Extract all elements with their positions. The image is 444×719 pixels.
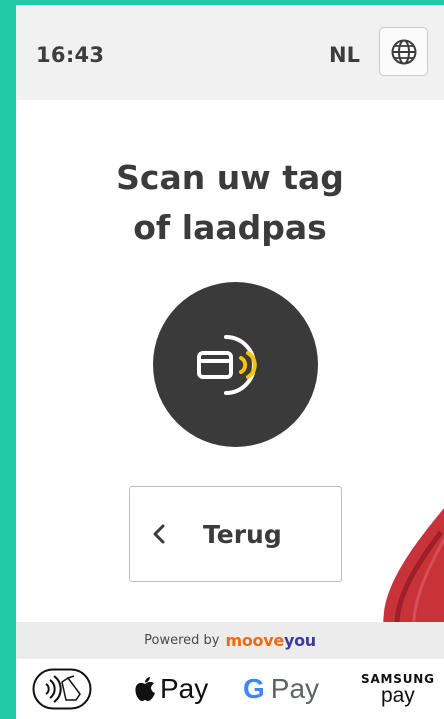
apple-logo-icon (135, 677, 155, 701)
contactless-card-icon (196, 334, 257, 395)
title-line-1: Scan uw tag (116, 158, 344, 197)
samsung-pay-logo: SAMSUNG pay (361, 659, 435, 719)
apple-pay-logo: Pay (134, 659, 208, 719)
scan-indicator (153, 282, 318, 447)
back-button[interactable]: Terug (129, 486, 342, 582)
back-button-label: Terug (203, 519, 282, 549)
chevron-left-icon (152, 524, 172, 544)
title-line-2: of laadpas (133, 208, 327, 247)
powered-by-bar: Powered by mooveyou (16, 622, 444, 659)
brand-logo-part1: moove (225, 631, 284, 650)
apple-pay-text: Pay (160, 673, 209, 704)
powered-by-label: Powered by (144, 633, 220, 648)
payment-methods: Pay G Pay SAMSUNG pay (16, 659, 444, 719)
google-g-letter: G (243, 673, 265, 704)
brand-logo-part2: you (283, 631, 316, 650)
samsung-pay-text: pay (380, 684, 415, 707)
language-code: NL (329, 43, 360, 67)
clock: 16:43 (36, 43, 105, 67)
status-bar: 16:43 NL (16, 5, 444, 100)
globe-icon (391, 39, 416, 64)
page-title: Scan uw tag of laadpas (16, 153, 444, 253)
contactless-symbol-icon (32, 668, 92, 710)
google-pay-text: Pay (270, 673, 320, 704)
brand-logo: mooveyou (225, 631, 316, 650)
google-pay-logo: G Pay (243, 659, 319, 719)
language-button[interactable] (379, 27, 428, 76)
kiosk-screen: 16:43 NL Scan uw tag of laadpas Terug Po… (16, 5, 444, 719)
